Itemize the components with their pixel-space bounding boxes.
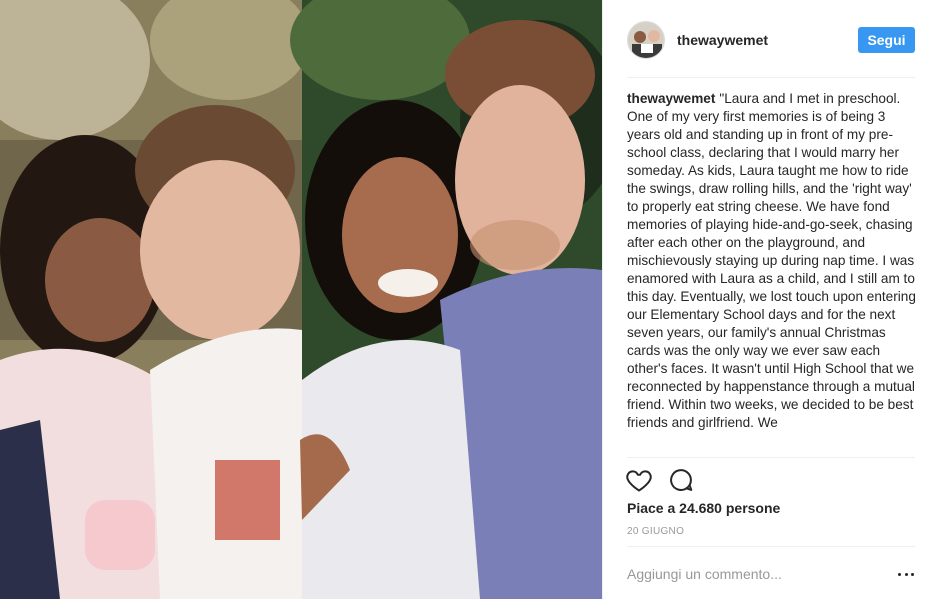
avatar[interactable] <box>627 21 665 59</box>
heart-icon[interactable] <box>625 466 653 494</box>
post-details-panel: thewaywemet Segui thewaywemet "Laura and … <box>602 0 938 599</box>
more-options-icon[interactable] <box>898 566 914 582</box>
divider <box>627 77 915 78</box>
likes-count[interactable]: Piace a 24.680 persone <box>627 500 780 516</box>
dot <box>904 572 908 576</box>
caption-username[interactable]: thewaywemet <box>627 91 715 106</box>
post-photo[interactable] <box>0 0 602 599</box>
follow-button[interactable]: Segui <box>858 27 915 53</box>
comment-input[interactable] <box>627 560 877 588</box>
post-header: thewaywemet Segui <box>627 20 915 60</box>
post-date[interactable]: 20 GIUGNO <box>627 526 684 537</box>
divider <box>627 546 915 547</box>
action-bar <box>625 466 695 494</box>
dot <box>911 572 914 576</box>
divider <box>627 457 915 458</box>
caption-text: "Laura and I met in preschool. One of my… <box>627 91 916 430</box>
comment-bubble-icon[interactable] <box>667 466 695 494</box>
caption: thewaywemet "Laura and I met in preschool… <box>627 90 917 457</box>
dot <box>898 572 901 576</box>
username[interactable]: thewaywemet <box>677 32 768 48</box>
